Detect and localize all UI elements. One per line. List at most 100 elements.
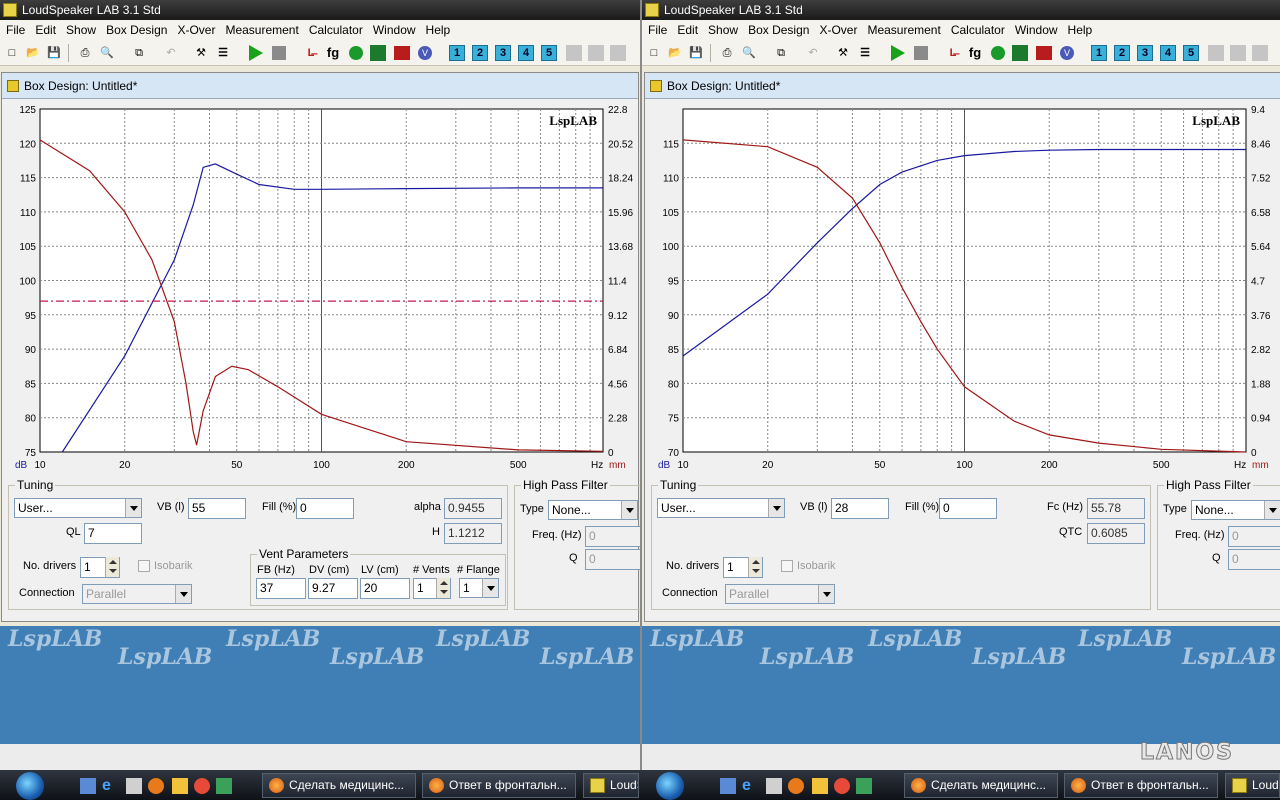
connection-select[interactable]: Parallel [82, 584, 192, 604]
hpf-q-input[interactable]: 0 [585, 549, 640, 570]
hpf-q-input[interactable]: 0 [1228, 549, 1280, 570]
explorer-icon[interactable] [766, 778, 782, 794]
lv-input[interactable]: 20 [360, 578, 410, 599]
app-quicklaunch-icon[interactable] [216, 778, 232, 794]
red-wave-icon[interactable] [394, 46, 410, 60]
start-button[interactable] [16, 772, 44, 800]
open-folder-icon[interactable]: 📂 [24, 44, 42, 62]
menu-file[interactable]: File [0, 20, 30, 40]
run-icon[interactable] [891, 45, 905, 61]
mixer-icon[interactable]: ☰ [856, 44, 874, 62]
response-plot[interactable]: 125 120 115 110 105 100 95 90 85 80 75 22.8 20.52 18.… [5, 101, 635, 476]
start-button[interactable] [656, 772, 684, 800]
print-icon[interactable]: ⎙ [76, 44, 94, 62]
copy-icon[interactable]: ⧉ [772, 44, 790, 62]
menu-x-over[interactable]: X-Over [172, 20, 220, 40]
save-icon[interactable]: 💾 [687, 44, 705, 62]
view-2-button[interactable]: 2 [472, 45, 488, 61]
menu-edit[interactable]: Edit [672, 20, 703, 40]
print-preview-icon[interactable]: 🔍 [740, 44, 758, 62]
fg-icon[interactable]: fg [966, 44, 984, 62]
dv-input[interactable]: 9.27 [308, 578, 358, 599]
response-plot[interactable]: 115 110 105 100 95 90 85 80 75 70 9.4 8.46 7.52 6.58 5… [648, 101, 1278, 476]
vb-input[interactable]: 55 [188, 498, 246, 519]
menu-edit[interactable]: Edit [30, 20, 61, 40]
disabled-button[interactable] [1252, 45, 1268, 61]
red-wave-icon[interactable] [1036, 46, 1052, 60]
print-icon[interactable]: ⎙ [718, 44, 736, 62]
taskbar-button[interactable]: Сделать медицинс... [262, 773, 416, 798]
title-bar[interactable]: LoudSpeaker LAB 3.1 Std [642, 0, 1280, 20]
fg-icon[interactable]: fg [324, 44, 342, 62]
taskbar-button[interactable]: Сделать медицинс... [904, 773, 1058, 798]
menu-measurement[interactable]: Measurement [862, 20, 945, 40]
taskbar-button[interactable]: Loud [1225, 773, 1280, 798]
taskbar-button[interactable]: Ответ в фронтальн... [1064, 773, 1218, 798]
vents-spinner[interactable] [436, 578, 450, 598]
chrome-icon[interactable] [834, 778, 850, 794]
ql-input[interactable]: 7 [84, 523, 142, 544]
tools-icon[interactable]: ⚒ [834, 44, 852, 62]
disabled-button[interactable] [566, 45, 582, 61]
explorer-icon[interactable] [126, 778, 142, 794]
lcr-icon[interactable]: L̶ [302, 44, 320, 62]
disabled-button[interactable] [588, 45, 604, 61]
taskbar-button[interactable]: Ответ в фронтальн... [422, 773, 576, 798]
tools-icon[interactable]: ⚒ [192, 44, 210, 62]
menu-help[interactable]: Help [1063, 20, 1098, 40]
tuning-mode-select[interactable]: User... [657, 498, 785, 518]
disabled-button[interactable] [1230, 45, 1246, 61]
view-4-button[interactable]: 4 [518, 45, 534, 61]
green-circle-icon[interactable] [349, 46, 363, 60]
hpf-type-select[interactable]: None... [548, 500, 638, 520]
menu-show[interactable]: Show [703, 20, 743, 40]
hpf-freq-input[interactable]: 0 [585, 526, 640, 547]
show-desktop-icon[interactable] [720, 778, 736, 794]
isobarik-checkbox[interactable] [781, 560, 793, 572]
new-file-icon[interactable]: □ [645, 44, 663, 62]
view-2-button[interactable]: 2 [1114, 45, 1130, 61]
new-file-icon[interactable]: □ [3, 44, 21, 62]
menu-file[interactable]: File [642, 20, 672, 40]
green-square-icon[interactable] [1012, 45, 1028, 61]
v-circle-icon[interactable]: V [1060, 46, 1074, 60]
hpf-freq-input[interactable]: 0 [1228, 526, 1280, 547]
menu-window[interactable]: Window [1010, 20, 1063, 40]
menu-calculator[interactable]: Calculator [304, 20, 368, 40]
green-circle-icon[interactable] [991, 46, 1005, 60]
connection-select[interactable]: Parallel [725, 584, 835, 604]
mixer-icon[interactable]: ☰ [214, 44, 232, 62]
stop-icon[interactable] [914, 46, 928, 60]
drivers-spinner[interactable] [748, 557, 762, 577]
disabled-button[interactable] [1208, 45, 1224, 61]
fill-input[interactable]: 0 [939, 498, 997, 519]
box-design-titlebar[interactable]: Box Design: Untitled* [645, 73, 1280, 99]
internet-explorer-icon[interactable]: e [102, 778, 118, 794]
menu-help[interactable]: Help [421, 20, 456, 40]
green-square-icon[interactable] [370, 45, 386, 61]
menu-measurement[interactable]: Measurement [220, 20, 303, 40]
disabled-button[interactable] [610, 45, 626, 61]
vb-input[interactable]: 28 [831, 498, 889, 519]
view-1-button[interactable]: 1 [1091, 45, 1107, 61]
box-design-titlebar[interactable]: Box Design: Untitled* [2, 73, 638, 99]
drivers-spinner[interactable] [105, 557, 119, 577]
title-bar[interactable]: LoudSpeaker LAB 3.1 Std [0, 0, 640, 20]
firefox-icon[interactable] [148, 778, 164, 794]
tuning-mode-select[interactable]: User... [14, 498, 142, 518]
view-3-button[interactable]: 3 [1137, 45, 1153, 61]
internet-explorer-icon[interactable]: e [742, 778, 758, 794]
lcr-icon[interactable]: L̶ [944, 44, 962, 62]
app-quicklaunch-icon[interactable] [172, 778, 188, 794]
fb-input[interactable]: 37 [256, 578, 306, 599]
taskbar-button[interactable]: LoudS [583, 773, 639, 798]
v-circle-icon[interactable]: V [418, 46, 432, 60]
undo-icon[interactable]: ↶ [162, 44, 180, 62]
menu-box-design[interactable]: Box Design [743, 20, 814, 40]
undo-icon[interactable]: ↶ [804, 44, 822, 62]
menu-x-over[interactable]: X-Over [814, 20, 862, 40]
firefox-icon[interactable] [788, 778, 804, 794]
fill-input[interactable]: 0 [296, 498, 354, 519]
view-3-button[interactable]: 3 [495, 45, 511, 61]
view-5-button[interactable]: 5 [541, 45, 557, 61]
